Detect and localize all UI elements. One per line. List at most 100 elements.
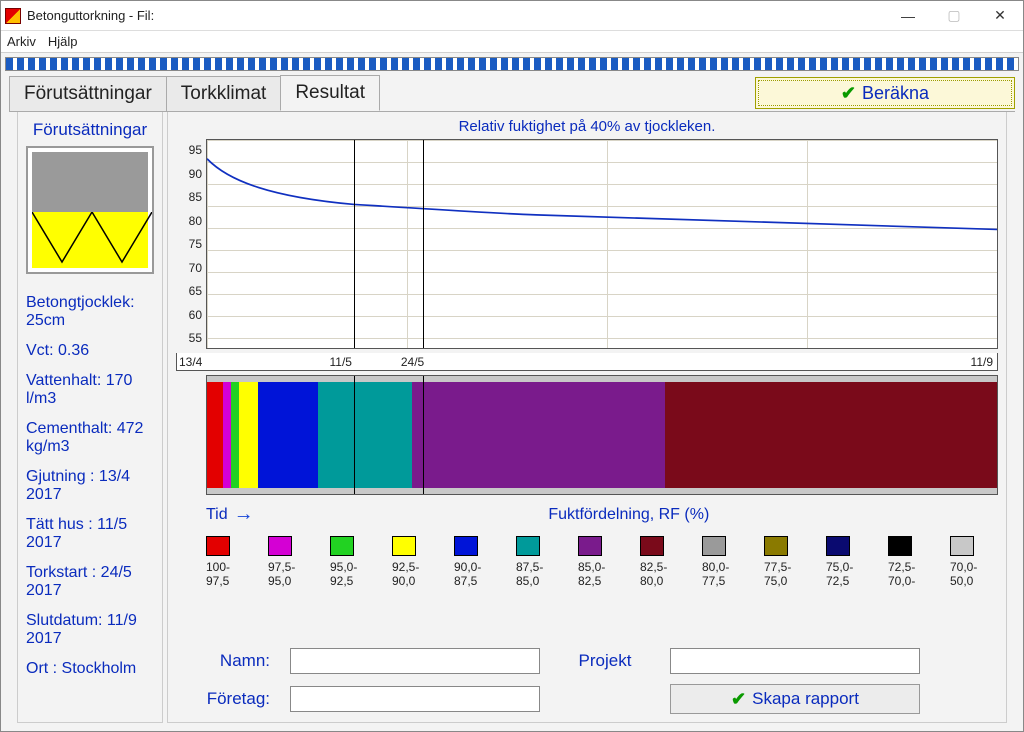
legend-label: 87,5- <box>516 560 543 574</box>
xtick: 24/5 <box>401 355 424 369</box>
close-button[interactable]: ✕ <box>977 1 1023 31</box>
legend-swatch <box>268 536 292 556</box>
ytick: 65 <box>176 284 202 298</box>
check-icon: ✔ <box>841 83 856 104</box>
foretag-label: Företag: <box>180 689 270 709</box>
val-gjutning: Gjutning : 13/4 2017 <box>26 468 154 504</box>
app-window: Betonguttorkning - Fil: — ▢ ✕ Arkiv Hjäl… <box>0 0 1024 732</box>
val-torkstart: Torkstart : 24/5 2017 <box>26 564 154 600</box>
legend-swatch <box>950 536 974 556</box>
legend-label: 85,0 <box>516 574 539 588</box>
ytick: 80 <box>176 214 202 228</box>
legend-label: 50,0 <box>950 574 973 588</box>
legend-item: 87,5-85,0 <box>516 536 564 588</box>
legend-label: 95,0 <box>268 574 291 588</box>
sidebar: Förutsättningar Betongtjocklek: 25cm Vct… <box>17 112 163 723</box>
legend-item: 95,0-92,5 <box>330 536 378 588</box>
legend-item: 100-97,5 <box>206 536 254 588</box>
legend-label: 82,5- <box>640 560 667 574</box>
main-panel: Relativ fuktighet på 40% av tjockleken. … <box>167 112 1007 723</box>
val-vct: Vct: 0.36 <box>26 342 154 360</box>
val-ort: Ort : Stockholm <box>26 660 154 678</box>
val-vattenhalt: Vattenhalt: 170 l/m3 <box>26 372 154 408</box>
minimize-button[interactable]: — <box>885 1 931 31</box>
legend-item: 70,0-50,0 <box>950 536 998 588</box>
val-cementhalt: Cementhalt: 472 kg/m3 <box>26 420 154 456</box>
legend-swatch <box>764 536 788 556</box>
legend-label: 90,0- <box>454 560 481 574</box>
legend-label: 95,0- <box>330 560 357 574</box>
projekt-input[interactable] <box>670 648 920 674</box>
legend-label: 80,0- <box>702 560 729 574</box>
skapa-rapport-button[interactable]: ✔ Skapa rapport <box>670 684 920 714</box>
maximize-button[interactable]: ▢ <box>931 1 977 31</box>
band-chart <box>206 375 998 495</box>
legend-swatch <box>392 536 416 556</box>
ytick: 60 <box>176 308 202 322</box>
legend-item: 97,5-95,0 <box>268 536 316 588</box>
legend-label: 92,5- <box>392 560 419 574</box>
legend-item: 77,5-75,0 <box>764 536 812 588</box>
val-slutdatum: Slutdatum: 11/9 2017 <box>26 612 154 648</box>
legend-swatch <box>454 536 478 556</box>
legend-label: 92,5 <box>330 574 353 588</box>
menu-hjalp[interactable]: Hjälp <box>48 34 78 49</box>
foretag-input[interactable] <box>290 686 540 712</box>
top-row: Förutsättningar Torkklimat Resultat ✔ Be… <box>1 71 1023 111</box>
legend-item: 80,0-77,5 <box>702 536 750 588</box>
preview-thumb <box>26 146 154 274</box>
ytick: 70 <box>176 261 202 275</box>
menubar: Arkiv Hjälp <box>1 31 1023 53</box>
legend-label: 90,0 <box>392 574 415 588</box>
app-icon <box>5 8 21 24</box>
legend-label: 97,5- <box>268 560 295 574</box>
ytick: 90 <box>176 167 202 181</box>
sidebar-title: Förutsättningar <box>26 120 154 140</box>
legend-label: 72,5- <box>888 560 915 574</box>
legend-swatch <box>578 536 602 556</box>
legend: 100-97,5 97,5-95,0 95,0-92,5 92,5-90,0 90,0-… <box>206 536 998 588</box>
legend-swatch <box>516 536 540 556</box>
legend-label: 77,5- <box>764 560 791 574</box>
berakna-label: Beräkna <box>862 83 929 104</box>
band-marker-2 <box>423 376 424 494</box>
tid-row: Tid → Fuktfördelning, RF (%) <box>206 503 998 526</box>
legend-label: 82,5 <box>578 574 601 588</box>
ytick: 85 <box>176 190 202 204</box>
legend-label: 70,0- <box>888 574 915 588</box>
fuktfordelning-label: Fuktfördelning, RF (%) <box>260 506 998 524</box>
berakna-button[interactable]: ✔ Beräkna <box>755 77 1015 109</box>
decor-strip <box>5 57 1019 71</box>
line-chart: 95 90 85 80 75 70 65 60 55 <box>176 139 998 349</box>
legend-item: 90,0-87,5 <box>454 536 502 588</box>
projekt-label: Projekt <box>560 651 650 671</box>
xtick: 11/9 <box>971 355 993 369</box>
x-axis: 13/4 11/5 24/5 11/9 <box>176 353 998 371</box>
legend-label: 97,5 <box>206 574 229 588</box>
skapa-rapport-label: Skapa rapport <box>752 689 859 709</box>
legend-label: 87,5 <box>454 574 477 588</box>
val-betongtjocklek: Betongtjocklek: 25cm <box>26 294 154 330</box>
tab-resultat[interactable]: Resultat <box>280 75 380 111</box>
legend-label: 72,5 <box>826 574 849 588</box>
legend-label: 70,0- <box>950 560 977 574</box>
legend-item: 75,0-72,5 <box>826 536 874 588</box>
ytick: 75 <box>176 237 202 251</box>
chart-title: Relativ fuktighet på 40% av tjockleken. <box>176 118 998 135</box>
legend-label: 100- <box>206 560 230 574</box>
legend-swatch <box>640 536 664 556</box>
legend-swatch <box>826 536 850 556</box>
legend-label: 77,5 <box>702 574 725 588</box>
menu-arkiv[interactable]: Arkiv <box>7 34 36 49</box>
plot-area <box>206 139 998 349</box>
namn-input[interactable] <box>290 648 540 674</box>
bottom-form: Namn: Projekt Företag: ✔ Skapa rapport <box>176 642 998 716</box>
legend-label: 85,0- <box>578 560 605 574</box>
tab-forutsattningar[interactable]: Förutsättningar <box>9 76 167 111</box>
ytick: 55 <box>176 331 202 345</box>
legend-swatch <box>888 536 912 556</box>
tab-torkklimat[interactable]: Torkklimat <box>166 76 282 111</box>
val-tatt-hus: Tätt hus : 11/5 2017 <box>26 516 154 552</box>
window-title: Betonguttorkning - Fil: <box>27 8 154 23</box>
y-axis: 95 90 85 80 75 70 65 60 55 <box>176 139 206 349</box>
